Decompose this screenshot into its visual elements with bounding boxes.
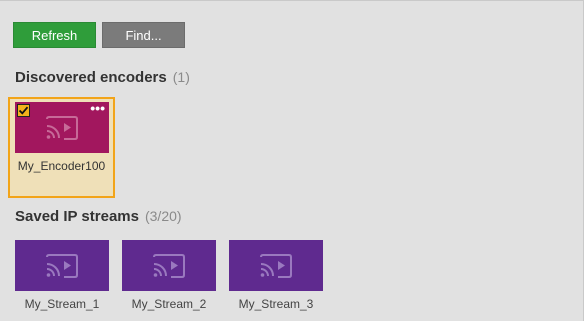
cast-icon bbox=[153, 253, 185, 278]
stream-card[interactable]: My_Stream_2 bbox=[122, 240, 216, 324]
find-button[interactable]: Find... bbox=[102, 22, 185, 48]
saved-streams-heading: Saved IP streams (3/20) bbox=[15, 208, 182, 225]
encoder-panel: Refresh Find... Discovered encoders (1) ••… bbox=[0, 0, 584, 321]
more-dots-icon[interactable]: ••• bbox=[90, 100, 105, 116]
cast-icon bbox=[46, 115, 78, 140]
cast-icon bbox=[260, 253, 292, 278]
encoder-thumbnail[interactable]: ••• bbox=[15, 100, 109, 153]
stream-name: My_Stream_1 bbox=[24, 297, 100, 311]
encoder-card[interactable]: ••• My_Encoder100 bbox=[8, 97, 115, 198]
checkmark-icon bbox=[18, 106, 29, 115]
discovered-encoders-count: (1) bbox=[172, 69, 190, 85]
stream-thumbnail[interactable] bbox=[122, 240, 216, 291]
encoder-name: My_Encoder100 bbox=[17, 159, 106, 173]
stream-card[interactable]: My_Stream_1 bbox=[15, 240, 109, 324]
saved-streams-count: (3/20) bbox=[144, 208, 182, 224]
stream-card[interactable]: My_Stream_3 bbox=[229, 240, 323, 324]
refresh-button[interactable]: Refresh bbox=[13, 22, 96, 48]
stream-thumbnail[interactable] bbox=[15, 240, 109, 291]
saved-streams-title: Saved IP streams bbox=[15, 208, 139, 225]
toolbar: Refresh Find... bbox=[13, 22, 185, 48]
select-checkbox[interactable] bbox=[17, 104, 30, 117]
stream-name: My_Stream_2 bbox=[131, 297, 207, 311]
cast-icon bbox=[46, 253, 78, 278]
discovered-encoders-heading: Discovered encoders (1) bbox=[15, 69, 190, 86]
discovered-encoders-title: Discovered encoders bbox=[15, 69, 167, 86]
stream-thumbnail[interactable] bbox=[229, 240, 323, 291]
stream-name: My_Stream_3 bbox=[238, 297, 314, 311]
